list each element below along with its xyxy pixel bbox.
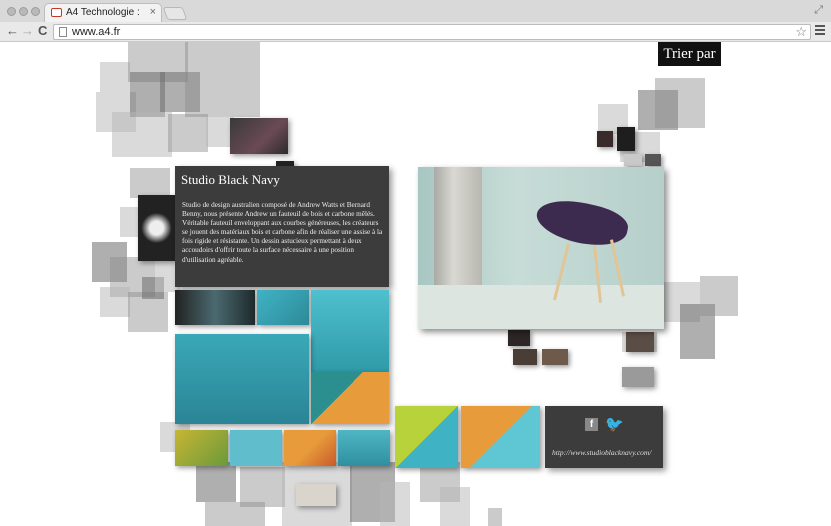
photo-chair — [532, 193, 632, 253]
minimize-window-button[interactable] — [19, 7, 28, 16]
bookmark-star-icon[interactable]: ☆ — [795, 24, 807, 40]
gallery-tile[interactable] — [230, 430, 282, 466]
thumbnail-image[interactable] — [138, 195, 175, 261]
gallery-tile[interactable] — [311, 372, 389, 424]
tab-close-icon[interactable]: × — [150, 6, 156, 18]
forward-button[interactable]: → — [21, 24, 34, 38]
favicon-icon — [51, 8, 62, 17]
deco-square — [240, 467, 285, 507]
featured-chair-photo[interactable] — [418, 167, 664, 329]
thumbnail-image[interactable] — [597, 131, 613, 147]
thumbnail-image[interactable] — [622, 367, 654, 387]
address-bar[interactable]: www.a4.fr ☆ — [53, 24, 811, 40]
photo-floor — [418, 285, 664, 329]
sort-button[interactable]: Trier par — [658, 42, 721, 66]
deco-square — [120, 207, 140, 237]
menu-icon[interactable] — [815, 25, 825, 35]
panel-title: Studio Black Navy — [181, 172, 280, 187]
thumbnail-image[interactable] — [508, 330, 530, 346]
thumbnail-image[interactable] — [230, 118, 288, 154]
designer-info-panel: Studio Black Navy Studio de design austr… — [175, 166, 389, 287]
thumbnail-image[interactable] — [645, 154, 661, 166]
gallery-tile[interactable] — [395, 406, 458, 468]
fullscreen-icon[interactable]: ⤢ — [814, 4, 823, 17]
gallery-tile[interactable] — [284, 430, 336, 466]
deco-square — [205, 502, 265, 526]
gallery-tile[interactable] — [175, 430, 228, 466]
gallery-tile[interactable] — [175, 290, 255, 325]
page-content: Studio Black Navy Studio de design austr… — [0, 42, 831, 526]
deco-square — [168, 114, 208, 152]
gallery-tile[interactable] — [338, 430, 390, 466]
new-tab-button[interactable] — [162, 7, 188, 20]
thumbnail-image[interactable] — [542, 349, 568, 365]
gallery-tile[interactable] — [311, 290, 389, 372]
panel-description: Studio de design australien composé de A… — [182, 201, 383, 264]
deco-square — [655, 78, 705, 128]
deco-square — [196, 462, 236, 502]
facebook-icon[interactable]: f — [585, 418, 598, 431]
zoom-window-button[interactable] — [31, 7, 40, 16]
social-links-panel: f 🐦 http://www.studioblacknavy.com/ — [545, 406, 663, 468]
back-button[interactable]: ← — [6, 24, 19, 38]
page-icon — [59, 27, 67, 37]
deco-square — [130, 72, 165, 117]
thumbnail-image[interactable] — [296, 484, 336, 506]
deco-square — [700, 276, 738, 316]
website-link[interactable]: http://www.studioblacknavy.com/ — [552, 448, 651, 457]
deco-square — [100, 287, 130, 317]
url-text[interactable]: www.a4.fr — [72, 26, 120, 38]
deco-square — [185, 42, 260, 117]
deco-square — [130, 168, 170, 198]
reload-button[interactable]: C — [38, 24, 47, 38]
deco-square — [380, 482, 410, 526]
thumbnail-image[interactable] — [624, 154, 642, 166]
deco-square — [112, 112, 172, 157]
close-window-button[interactable] — [7, 7, 16, 16]
thumbnail-image[interactable] — [617, 127, 635, 151]
deco-square — [100, 62, 130, 92]
deco-square — [440, 487, 470, 526]
browser-chrome: A4 Technologie : × ⤢ ← → C www.a4.fr ☆ — [0, 0, 831, 42]
thumbnail-image[interactable] — [513, 349, 537, 365]
thumbnail-image[interactable] — [626, 332, 654, 352]
tab-title: A4 Technologie : — [66, 7, 140, 18]
twitter-icon[interactable]: 🐦 — [605, 415, 624, 433]
gallery-tile[interactable] — [461, 406, 540, 468]
tab-bar: A4 Technologie : × ⤢ — [0, 0, 831, 22]
gallery-tile-large[interactable] — [175, 334, 309, 424]
gallery-tile[interactable] — [257, 290, 309, 325]
browser-tab[interactable]: A4 Technologie : × — [44, 3, 162, 22]
deco-square — [488, 508, 502, 526]
